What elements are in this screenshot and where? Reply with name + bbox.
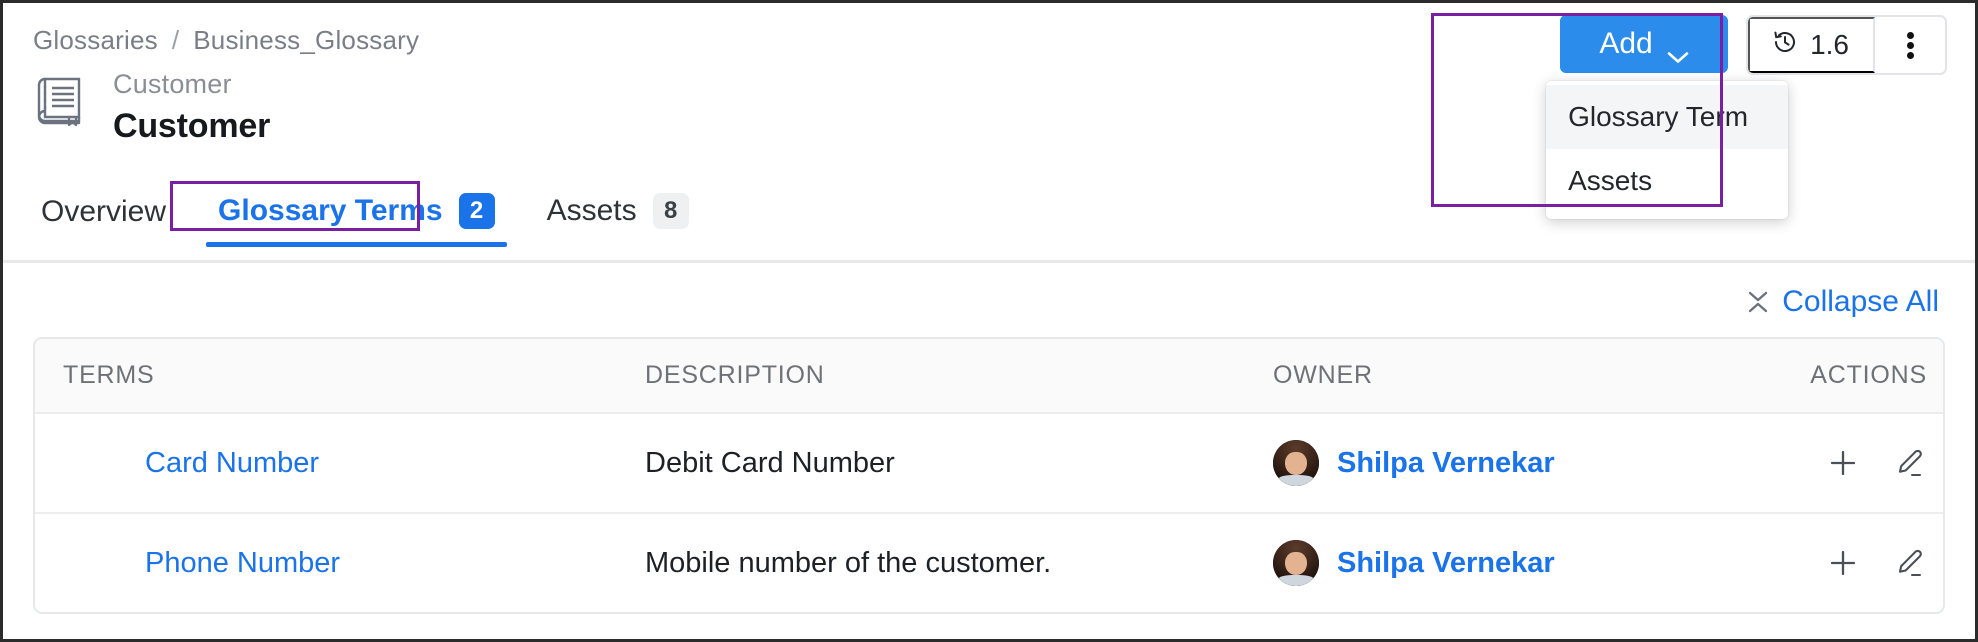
glossary-terms-table: TERMS DESCRIPTION OWNER ACTIONS Card Num… [35,339,1943,612]
table-row: Phone Number Mobile number of the custom… [35,513,1943,612]
description-text: Mobile number of the customer. [645,546,1052,579]
breadcrumb: Glossaries / Business_Glossary [33,25,419,56]
cell-term: Card Number [35,413,645,513]
glossary-book-icon [33,72,91,130]
table-head: TERMS DESCRIPTION OWNER ACTIONS [35,339,1943,414]
tab-assets-badge: 8 [652,193,689,229]
cell-owner: Shilpa Vernekar [1265,513,1695,612]
column-header-terms: TERMS [35,339,645,414]
page-root: Glossaries / Business_Glossary Customer … [0,0,1978,642]
breadcrumb-item-business-glossary[interactable]: Business_Glossary [193,25,419,56]
cell-description: Mobile number of the customer. [645,513,1265,612]
add-button-label: Add [1599,27,1653,60]
term-link-card-number[interactable]: Card Number [63,447,319,480]
tab-overview-label: Overview [41,195,167,228]
version-label: 1.6 [1810,29,1849,60]
owner-link[interactable]: Shilpa Vernekar [1337,447,1555,480]
more-options-button[interactable] [1875,17,1945,73]
plus-icon[interactable] [1825,445,1861,481]
tab-bar: Overview Glossary Terms 2 Assets 8 [33,183,715,247]
tab-glossary-terms-badge: 2 [458,193,495,229]
tab-overview[interactable]: Overview [33,185,192,247]
avatar [1273,540,1319,586]
pencil-edit-icon[interactable] [1891,445,1927,481]
entity-subtitle: Customer [113,69,232,99]
plus-icon[interactable] [1825,545,1861,581]
cell-description: Debit Card Number [645,413,1265,513]
glossary-terms-table-card: TERMS DESCRIPTION OWNER ACTIONS Card Num… [33,337,1945,614]
tab-assets[interactable]: Assets 8 [521,183,715,247]
version-button-group: 1.6 [1746,15,1947,75]
version-history-button[interactable]: 1.6 [1748,17,1875,73]
main-content: Collapse All TERMS DESCRIPTION OWNER ACT… [3,263,1975,614]
page-title: Customer [113,106,271,145]
column-header-owner: OWNER [1265,339,1695,414]
collapse-all-button[interactable]: Collapse All [1746,285,1939,319]
header-actions: Add Glossary Term Assets 1.6 [1546,15,1947,219]
collapse-all-icon [1746,288,1770,316]
owner-link[interactable]: Shilpa Vernekar [1337,547,1555,580]
history-clock-icon [1772,29,1798,62]
cell-actions [1695,513,1943,612]
avatar [1273,440,1319,486]
add-menu-item-assets[interactable]: Assets [1546,149,1788,213]
tab-glossary-terms[interactable]: Glossary Terms 2 [192,183,521,247]
cell-term: Phone Number [35,513,645,612]
tab-glossary-terms-label: Glossary Terms [218,194,443,227]
chevron-down-icon [1667,38,1689,63]
term-link-phone-number[interactable]: Phone Number [63,547,340,580]
table-body: Card Number Debit Card Number Shilpa Ver… [35,413,1943,612]
pencil-edit-icon[interactable] [1891,545,1927,581]
table-toolbar: Collapse All [33,263,1945,337]
breadcrumb-item-glossaries[interactable]: Glossaries [33,25,158,56]
vertical-dots-icon [1906,29,1914,62]
column-header-actions: ACTIONS [1695,339,1943,414]
table-row: Card Number Debit Card Number Shilpa Ver… [35,413,1943,513]
table-header-row: TERMS DESCRIPTION OWNER ACTIONS [35,339,1943,414]
breadcrumb-separator: / [171,25,180,55]
tab-assets-label: Assets [546,194,637,227]
column-header-description: DESCRIPTION [645,339,1265,414]
add-dropdown-menu: Glossary Term Assets [1546,81,1789,219]
add-button[interactable]: Add [1560,15,1729,73]
description-text: Debit Card Number [645,446,895,479]
add-dropdown-wrapper: Add Glossary Term Assets [1546,15,1789,219]
cell-owner: Shilpa Vernekar [1265,413,1695,513]
title-block: Customer Customer [33,68,270,148]
cell-actions [1695,413,1943,513]
page-header: Glossaries / Business_Glossary Customer … [3,3,1975,263]
add-menu-item-glossary-term[interactable]: Glossary Term [1546,85,1789,149]
collapse-all-label: Collapse All [1782,285,1939,318]
